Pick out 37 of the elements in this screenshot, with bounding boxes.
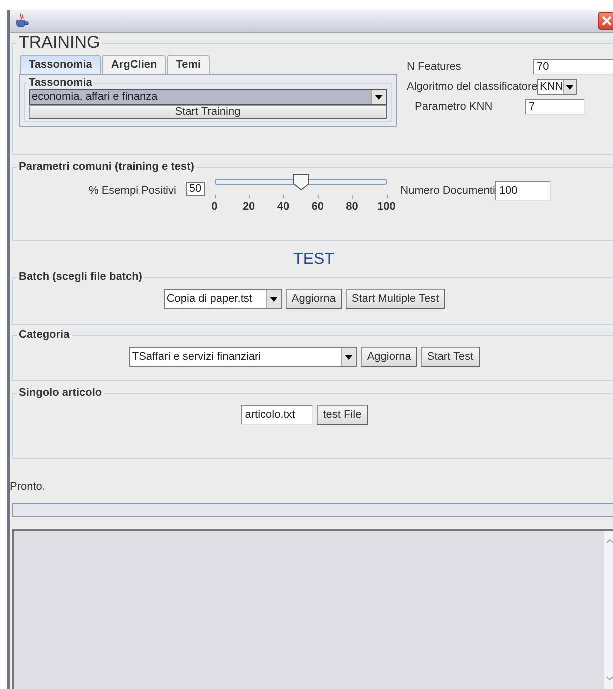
section-heading: TEST — [292, 251, 336, 270]
field-label: Algoritmo del classificatore — [407, 81, 537, 93]
field-label: Parametro KNN — [414, 101, 494, 113]
test-file-button[interactable]: test File — [317, 405, 368, 425]
action-button[interactable]: Aggiorna — [361, 347, 418, 367]
section-title: TRAINING — [18, 33, 102, 53]
tick-label: 100 — [378, 201, 396, 213]
status-text: Pronto. — [10, 481, 46, 493]
action-button[interactable]: Start Test — [421, 347, 480, 367]
section-title: Tassonomia — [28, 77, 94, 89]
category-dropdown[interactable]: TSaffari e servizi finanziari — [129, 347, 358, 367]
value-field: 50 — [186, 182, 205, 196]
input-field[interactable]: 100 — [495, 181, 552, 201]
file-field[interactable]: articolo.txt — [241, 405, 314, 425]
tab[interactable]: Tassonomia — [20, 55, 102, 74]
tick-label: 40 — [277, 201, 290, 213]
field-label: N Features — [407, 61, 462, 73]
action-button[interactable]: Start Multiple Test — [346, 289, 446, 309]
section-title: Batch (scegli file batch) — [18, 271, 144, 283]
tick-label: 80 — [346, 201, 358, 213]
algorithm-dropdown[interactable]: KNN — [537, 79, 577, 95]
input-field[interactable]: 70 — [533, 59, 613, 75]
action-button[interactable]: Aggiorna — [286, 289, 342, 309]
tab[interactable]: ArgClien — [102, 55, 166, 74]
input-field[interactable]: 7 — [525, 99, 585, 115]
start-training-button[interactable]: Start Training — [29, 105, 387, 119]
field-label: Numero Documenti — [400, 185, 496, 197]
batch-dropdown[interactable]: Copia di paper.tst — [164, 289, 282, 309]
tick-label: 0 — [212, 201, 218, 213]
tick-label: 60 — [312, 201, 324, 213]
field-label: % Esempi Positivi — [89, 185, 176, 197]
section-title: Categoria — [18, 329, 71, 341]
taxonomy-dropdown[interactable]: economia, affari e finanza — [29, 89, 387, 105]
tab[interactable]: Temi — [167, 55, 210, 74]
section-title: Singolo articolo — [18, 387, 104, 399]
tick-label: 20 — [242, 201, 256, 213]
section-title: Parametri comuni (training e test) — [18, 161, 196, 173]
